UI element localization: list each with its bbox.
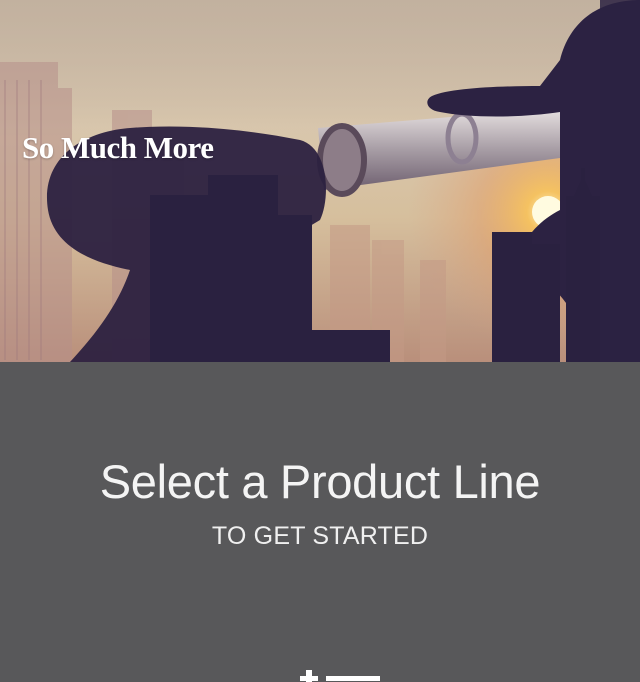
hero-image xyxy=(0,0,640,362)
product-line-panel: Select a Product Line TO GET STARTED xyxy=(0,362,640,682)
get-started-subheading: TO GET STARTED xyxy=(211,522,429,550)
hero-banner: So Much More xyxy=(0,0,640,362)
product-line-heading: Select a Product Line xyxy=(99,455,541,508)
hero-title: So Much More xyxy=(22,130,214,165)
page: So Much More Select a Product Line TO GE… xyxy=(0,0,640,682)
list-icon[interactable] xyxy=(294,664,384,682)
